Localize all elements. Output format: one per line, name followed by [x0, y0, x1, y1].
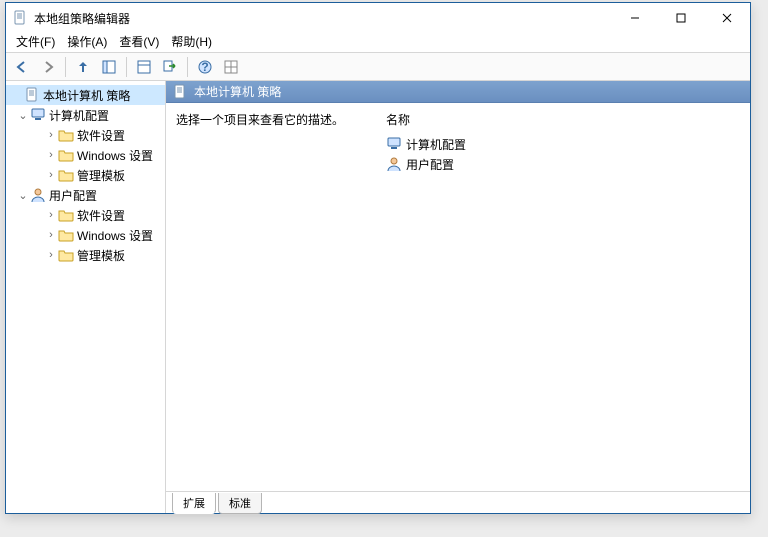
minimize-button[interactable] — [612, 3, 658, 33]
properties-button[interactable] — [132, 56, 156, 78]
tree-root[interactable]: 本地计算机 策略 — [6, 85, 165, 105]
tree-software-settings[interactable]: › 软件设置 — [6, 205, 165, 225]
maximize-button[interactable] — [658, 3, 704, 33]
forward-button[interactable] — [36, 56, 60, 78]
menu-help[interactable]: 帮助(H) — [171, 33, 212, 50]
document-icon — [24, 87, 40, 103]
up-button[interactable] — [71, 56, 95, 78]
collapse-icon[interactable]: ⌄ — [16, 189, 30, 202]
toolbar-separator — [126, 57, 127, 77]
details-title: 本地计算机 策略 — [194, 83, 281, 100]
help-button[interactable] — [193, 56, 217, 78]
toolbar-separator — [65, 57, 66, 77]
folder-icon — [58, 227, 74, 243]
show-tree-button[interactable] — [97, 56, 121, 78]
column-header-name[interactable]: 名称 — [386, 111, 740, 128]
tree-label: 用户配置 — [49, 187, 97, 204]
tree-label: 本地计算机 策略 — [43, 87, 130, 104]
details-body: 选择一个项目来查看它的描述。 名称 计算机配置 用户配置 — [166, 103, 750, 491]
app-icon — [12, 10, 28, 26]
tree-user-config[interactable]: ⌄ 用户配置 — [6, 185, 165, 205]
item-list: 名称 计算机配置 用户配置 — [386, 111, 740, 483]
tree-label: 计算机配置 — [49, 107, 109, 124]
expand-icon[interactable]: › — [44, 229, 58, 241]
folder-icon — [58, 207, 74, 223]
description-text: 选择一个项目来查看它的描述。 — [176, 111, 356, 483]
menu-view[interactable]: 查看(V) — [119, 33, 159, 50]
title-bar: 本地组策略编辑器 — [6, 3, 750, 33]
tree-label: 软件设置 — [77, 207, 125, 224]
folder-icon — [58, 147, 74, 163]
folder-icon — [58, 247, 74, 263]
tree-admin-templates[interactable]: › 管理模板 — [6, 245, 165, 265]
window-controls — [612, 3, 750, 33]
menu-file[interactable]: 文件(F) — [16, 33, 55, 50]
tree-label: Windows 设置 — [77, 227, 153, 244]
expand-icon[interactable]: › — [44, 129, 58, 141]
tree-windows-settings[interactable]: › Windows 设置 — [6, 225, 165, 245]
tree-software-settings[interactable]: › 软件设置 — [6, 125, 165, 145]
list-item-user[interactable]: 用户配置 — [386, 154, 740, 174]
tab-standard[interactable]: 标准 — [218, 493, 262, 514]
toolbar — [6, 53, 750, 81]
tab-extended[interactable]: 扩展 — [172, 493, 216, 514]
user-icon — [30, 187, 46, 203]
document-icon — [172, 84, 188, 100]
details-header: 本地计算机 策略 — [166, 81, 750, 103]
list-item-label: 计算机配置 — [406, 136, 466, 153]
view-button[interactable] — [219, 56, 243, 78]
export-button[interactable] — [158, 56, 182, 78]
tree-computer-config[interactable]: ⌄ 计算机配置 — [6, 105, 165, 125]
tree-label: 管理模板 — [77, 247, 125, 264]
back-button[interactable] — [10, 56, 34, 78]
collapse-icon[interactable]: ⌄ — [16, 109, 30, 122]
folder-icon — [58, 167, 74, 183]
expand-icon[interactable]: › — [44, 149, 58, 161]
menu-action[interactable]: 操作(A) — [67, 33, 107, 50]
close-button[interactable] — [704, 3, 750, 33]
computer-icon — [30, 107, 46, 123]
menu-bar: 文件(F) 操作(A) 查看(V) 帮助(H) — [6, 33, 750, 53]
tree-label: Windows 设置 — [77, 147, 153, 164]
toolbar-separator — [187, 57, 188, 77]
content-area: 本地计算机 策略 ⌄ 计算机配置 › 软件设置 › Windows 设置 › 管… — [6, 81, 750, 513]
tree-label: 软件设置 — [77, 127, 125, 144]
tab-strip: 扩展 标准 — [166, 491, 750, 513]
details-pane: 本地计算机 策略 选择一个项目来查看它的描述。 名称 计算机配置 用户配置 — [166, 81, 750, 513]
user-icon — [386, 156, 402, 172]
list-item-computer[interactable]: 计算机配置 — [386, 134, 740, 154]
expand-icon[interactable]: › — [44, 209, 58, 221]
folder-icon — [58, 127, 74, 143]
tree-admin-templates[interactable]: › 管理模板 — [6, 165, 165, 185]
list-item-label: 用户配置 — [406, 156, 454, 173]
window-title: 本地组策略编辑器 — [34, 10, 612, 27]
expand-icon[interactable]: › — [44, 169, 58, 181]
tree-label: 管理模板 — [77, 167, 125, 184]
computer-icon — [386, 136, 402, 152]
expand-icon[interactable]: › — [44, 249, 58, 261]
tree-pane: 本地计算机 策略 ⌄ 计算机配置 › 软件设置 › Windows 设置 › 管… — [6, 81, 166, 513]
app-window: 本地组策略编辑器 文件(F) 操作(A) 查看(V) 帮助(H) 本地计算机 — [5, 2, 751, 514]
tree-windows-settings[interactable]: › Windows 设置 — [6, 145, 165, 165]
